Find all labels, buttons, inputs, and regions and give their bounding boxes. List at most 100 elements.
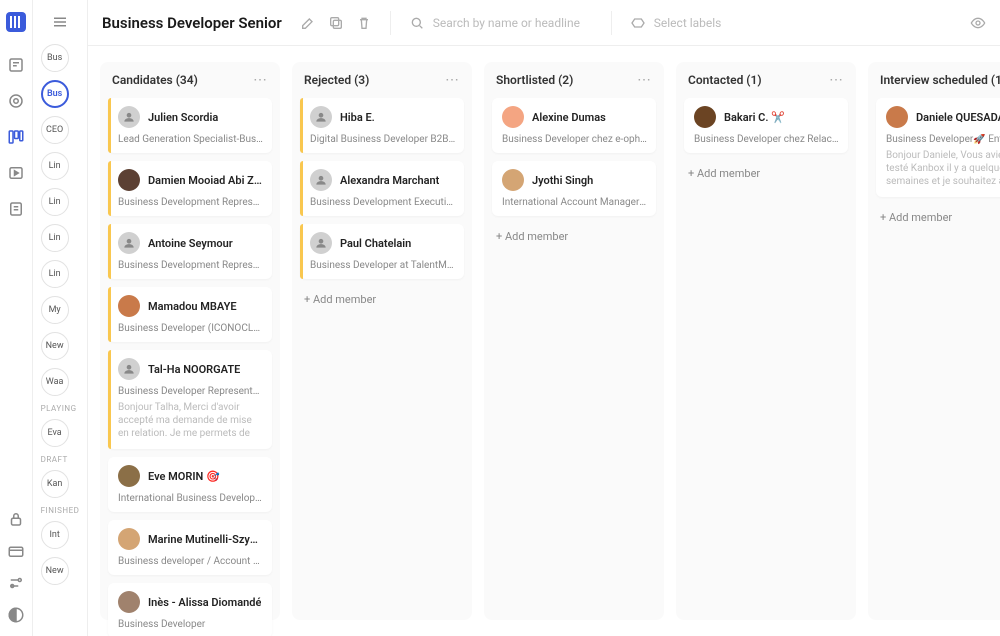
edit-icon[interactable] bbox=[300, 15, 316, 31]
card-subtitle: International Business Developer at … bbox=[118, 493, 264, 504]
document-icon[interactable] bbox=[7, 200, 25, 218]
column-title: Shortlisted (2) bbox=[496, 73, 573, 87]
column-title: Rejected (3) bbox=[304, 73, 369, 87]
avatar bbox=[310, 232, 332, 254]
sidebar-item[interactable]: Eva bbox=[41, 419, 69, 447]
avatar bbox=[502, 106, 524, 128]
candidate-card[interactable]: Julien ScordiaLead Generation Specialist… bbox=[108, 98, 272, 153]
notes-icon[interactable] bbox=[7, 56, 25, 74]
theme-icon[interactable] bbox=[7, 606, 25, 624]
card-subtitle: Business Development Representativ… bbox=[118, 260, 264, 271]
menu-toggle-icon[interactable] bbox=[48, 10, 72, 34]
card-name: Alexine Dumas bbox=[532, 111, 606, 124]
sidebar-item[interactable]: New bbox=[41, 557, 69, 585]
add-member-button[interactable]: + Add member bbox=[684, 161, 848, 186]
card-name: Hiba E. bbox=[340, 111, 375, 124]
card-name: Paul Chatelain bbox=[340, 237, 411, 250]
card-name: Inès - Alissa Diomandé bbox=[148, 596, 261, 609]
app-logo[interactable] bbox=[6, 12, 26, 32]
avatar bbox=[118, 528, 140, 550]
labels-select[interactable]: Select labels bbox=[630, 15, 722, 31]
search-icon bbox=[409, 15, 425, 31]
avatar bbox=[118, 232, 140, 254]
column-menu-icon[interactable]: ⋯ bbox=[253, 72, 268, 88]
card-icon[interactable] bbox=[7, 542, 25, 560]
avatar bbox=[118, 358, 140, 380]
candidate-card[interactable]: Alexandra Marchant Business Development E… bbox=[300, 161, 464, 216]
candidate-card[interactable]: Hiba E.Digital Business Developer B2B - … bbox=[300, 98, 464, 153]
kanban-icon[interactable] bbox=[7, 128, 25, 146]
avatar bbox=[118, 465, 140, 487]
video-icon[interactable] bbox=[7, 164, 25, 182]
column-menu-icon[interactable]: ⋯ bbox=[445, 72, 460, 88]
page-title: Business Developer Senior bbox=[102, 14, 282, 32]
settings-icon[interactable] bbox=[7, 574, 25, 592]
delete-icon[interactable] bbox=[356, 15, 372, 31]
card-subtitle: Business Developer chez Relación B2… bbox=[694, 134, 840, 145]
sidebar-item[interactable]: Int bbox=[41, 521, 69, 549]
candidate-card[interactable]: Daniele QUESADABusiness Developer🚀 Entre… bbox=[876, 98, 1000, 197]
sidebar-item[interactable]: Kan bbox=[41, 470, 69, 498]
card-name: Jyothi Singh bbox=[532, 174, 593, 187]
kanban-column: Interview scheduled (1)⋯Daniele QUESADAB… bbox=[868, 62, 1000, 620]
candidate-card[interactable]: Mamadou MBAYEBusiness Developer (ICONOCL… bbox=[108, 287, 272, 342]
kanban-board: Candidates (34)⋯Julien ScordiaLead Gener… bbox=[88, 46, 1000, 636]
sidebar-section-header: Playing bbox=[41, 404, 80, 413]
sidebar-item[interactable]: New bbox=[41, 332, 69, 360]
sidebar-item[interactable]: Waa bbox=[41, 368, 69, 396]
labels-placeholder: Select labels bbox=[654, 16, 722, 30]
avatar bbox=[118, 591, 140, 613]
lock-icon[interactable] bbox=[7, 510, 25, 528]
nav-rail bbox=[0, 0, 33, 636]
avatar bbox=[118, 295, 140, 317]
kanban-column: Shortlisted (2) ⋯ Alexine Dumas Business De… bbox=[484, 62, 664, 620]
candidate-card[interactable]: Tal-Ha NOORGATEBusiness Developer Repres… bbox=[108, 350, 272, 449]
candidate-card[interactable]: Antoine Seymour Business Development Repr… bbox=[108, 224, 272, 279]
candidate-card[interactable]: Inès - Alissa DiomandéBusiness Developer bbox=[108, 583, 272, 636]
card-name: Bakari C. ✂️ bbox=[724, 111, 785, 124]
visibility-icon[interactable] bbox=[970, 15, 986, 31]
column-menu-icon[interactable]: ⋯ bbox=[829, 72, 844, 88]
avatar bbox=[886, 106, 908, 128]
sidebar-item[interactable]: CEO bbox=[41, 116, 69, 144]
sidebar-item[interactable]: Lin bbox=[41, 224, 69, 252]
card-name: Julien Scordia bbox=[148, 111, 218, 124]
candidate-card[interactable]: Jyothi Singh International Account Manage… bbox=[492, 161, 656, 216]
add-member-button[interactable]: + Add member bbox=[492, 224, 656, 249]
candidate-card[interactable]: Paul ChatelainBusiness Developer at Tale… bbox=[300, 224, 464, 279]
card-name: Marine Mutinelli-Szyman… bbox=[148, 533, 264, 546]
column-menu-icon[interactable]: ⋯ bbox=[637, 72, 652, 88]
sidebar-item[interactable]: Lin bbox=[41, 260, 69, 288]
add-member-button[interactable]: + Add member bbox=[876, 205, 1000, 230]
candidate-card[interactable]: Bakari C. ✂️ Business Developer chez Rela… bbox=[684, 98, 848, 153]
kanban-column: Rejected (3) ⋯ Hiba E.Digital Business Dev… bbox=[292, 62, 472, 620]
search-input[interactable] bbox=[433, 16, 593, 30]
avatar bbox=[310, 106, 332, 128]
sidebar-item[interactable]: Bus bbox=[41, 80, 69, 108]
sidebar-item[interactable]: Lin bbox=[41, 188, 69, 216]
card-name: Mamadou MBAYE bbox=[148, 300, 237, 313]
add-member-button[interactable]: + Add member bbox=[300, 287, 464, 312]
target-icon[interactable] bbox=[7, 92, 25, 110]
avatar bbox=[502, 169, 524, 191]
card-name: Damien Mooiad Abi Zamr bbox=[148, 174, 264, 187]
sidebar-item[interactable]: My bbox=[41, 296, 69, 324]
candidate-card[interactable]: Damien Mooiad Abi Zamr Business Developme… bbox=[108, 161, 272, 216]
card-name: Eve MORIN 🎯 bbox=[148, 470, 220, 483]
card-name: Alexandra Marchant bbox=[340, 174, 439, 187]
sidebar-item[interactable]: Bus bbox=[41, 44, 69, 72]
card-subtitle: Business Development Executive @ic… bbox=[310, 197, 456, 208]
sidebar-item[interactable]: Lin bbox=[41, 152, 69, 180]
candidate-card[interactable]: Marine Mutinelli-Szyman…Business develop… bbox=[108, 520, 272, 575]
card-subtitle: Business Development Representativ… bbox=[118, 197, 264, 208]
candidate-card[interactable]: Eve MORIN 🎯 International Business Develo… bbox=[108, 457, 272, 512]
card-subtitle: International Account Manager | Cust… bbox=[502, 197, 648, 208]
card-name: Antoine Seymour bbox=[148, 237, 233, 250]
copy-icon[interactable] bbox=[328, 15, 344, 31]
topbar: Business Developer Senior bbox=[88, 0, 1000, 46]
avatar bbox=[118, 169, 140, 191]
candidate-card[interactable]: Alexine Dumas Business Developer chez e-o… bbox=[492, 98, 656, 153]
sidebar-section-header: Finished bbox=[41, 506, 80, 515]
card-subtitle: Business Developer chez e-ophtalmo… bbox=[502, 134, 648, 145]
column-title: Interview scheduled (1) bbox=[880, 73, 1000, 87]
